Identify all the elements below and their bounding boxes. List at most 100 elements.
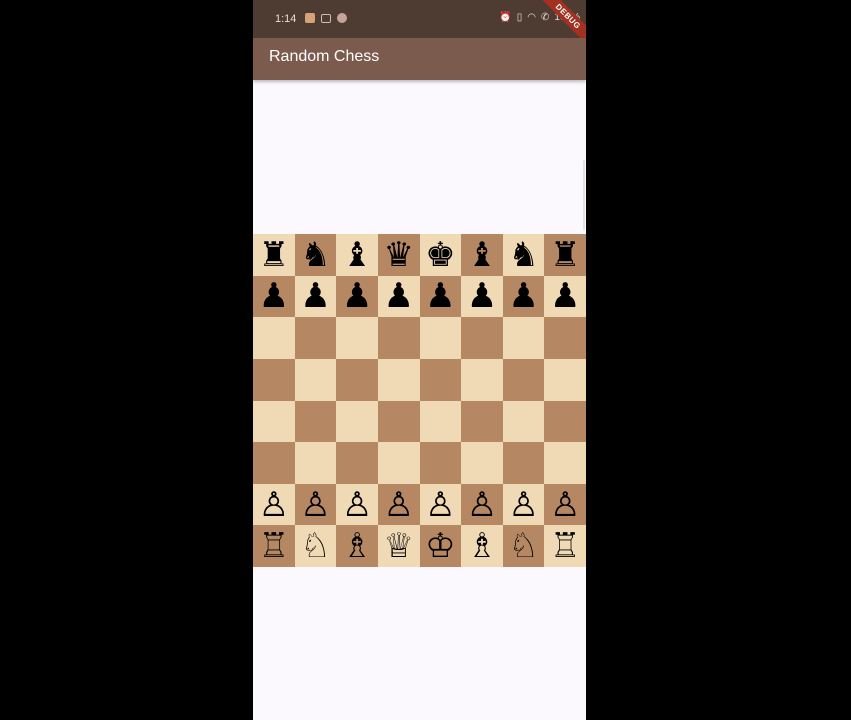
square-g4[interactable] xyxy=(502,400,545,443)
square-e8[interactable]: ♚ xyxy=(419,234,462,276)
chess-piece[interactable]: ♘ xyxy=(300,529,330,563)
square-f3[interactable] xyxy=(461,442,503,484)
chess-piece[interactable]: ♟ xyxy=(425,279,455,313)
chess-piece[interactable]: ♝ xyxy=(467,238,497,272)
square-d8[interactable]: ♛ xyxy=(377,234,420,276)
chess-piece[interactable]: ♖ xyxy=(550,529,580,563)
square-f2[interactable]: ♙ xyxy=(461,483,503,526)
chess-piece[interactable]: ♚ xyxy=(425,238,455,272)
chess-piece[interactable]: ♟ xyxy=(550,279,580,313)
square-b7[interactable]: ♟ xyxy=(294,275,337,318)
square-d3[interactable] xyxy=(377,442,420,484)
square-c1[interactable]: ♗ xyxy=(336,525,378,567)
square-g7[interactable]: ♟ xyxy=(502,275,545,318)
chess-board[interactable]: ♜ ♞ ♝ ♛ ♚ ♝ ♞ ♜ ♟ ♟ ♟ ♟ ♟ ♟ ♟ ♟ ♙ ♙ ♙ ♙ ♙ ♙ ♙ ♙ ♖ ♘ ♗ ♕ ♔ ♗ ♘ ♖ xyxy=(253,234,586,567)
square-g2[interactable]: ♙ xyxy=(502,483,545,526)
chess-piece[interactable]: ♝ xyxy=(342,238,372,272)
square-d7[interactable]: ♟ xyxy=(377,275,420,318)
square-g6[interactable] xyxy=(502,317,545,359)
chess-piece[interactable]: ♙ xyxy=(467,488,497,522)
square-e2[interactable]: ♙ xyxy=(419,483,462,526)
chess-piece[interactable]: ♔ xyxy=(425,529,455,563)
square-h1[interactable]: ♖ xyxy=(544,525,586,567)
square-g1[interactable]: ♘ xyxy=(502,525,545,567)
vibrate-icon: ▯ xyxy=(516,12,523,23)
square-e1[interactable]: ♔ xyxy=(419,525,462,567)
square-f4[interactable] xyxy=(461,400,503,443)
square-a4[interactable] xyxy=(253,400,295,443)
square-e5[interactable] xyxy=(419,358,462,401)
square-c3[interactable] xyxy=(336,442,378,484)
chess-piece[interactable]: ♜ xyxy=(259,238,289,272)
square-a2[interactable]: ♙ xyxy=(253,483,295,526)
square-b1[interactable]: ♘ xyxy=(294,525,337,567)
square-d4[interactable] xyxy=(377,400,420,443)
chess-piece[interactable]: ♟ xyxy=(300,279,330,313)
chess-piece[interactable]: ♙ xyxy=(300,488,330,522)
square-c4[interactable] xyxy=(336,400,378,443)
square-c5[interactable] xyxy=(336,358,378,401)
chess-piece[interactable]: ♟ xyxy=(342,279,372,313)
square-d2[interactable]: ♙ xyxy=(377,483,420,526)
chess-piece[interactable]: ♙ xyxy=(259,488,289,522)
chess-piece[interactable]: ♞ xyxy=(300,238,330,272)
phone-screen: 1:14 ⏰ ▯ ◠ ✆ 100% DEBUG Random Chess ♜ ♞ ♝… xyxy=(253,0,586,720)
square-f6[interactable] xyxy=(461,317,503,359)
square-h3[interactable] xyxy=(544,442,586,484)
square-c7[interactable]: ♟ xyxy=(336,275,378,318)
square-d1[interactable]: ♕ xyxy=(377,525,420,567)
chess-piece[interactable]: ♗ xyxy=(342,529,372,563)
square-c2[interactable]: ♙ xyxy=(336,483,378,526)
square-g3[interactable] xyxy=(502,442,545,484)
chess-piece[interactable]: ♙ xyxy=(508,488,538,522)
chess-piece[interactable]: ♙ xyxy=(342,488,372,522)
chess-piece[interactable]: ♟ xyxy=(259,279,289,313)
chess-piece[interactable]: ♙ xyxy=(425,488,455,522)
square-a5[interactable] xyxy=(253,358,295,401)
chess-piece[interactable]: ♙ xyxy=(383,488,413,522)
square-b5[interactable] xyxy=(294,358,337,401)
square-a8[interactable]: ♜ xyxy=(253,234,295,276)
chess-piece[interactable]: ♟ xyxy=(467,279,497,313)
square-b6[interactable] xyxy=(294,317,337,359)
chess-piece[interactable]: ♟ xyxy=(383,279,413,313)
wifi-icon: ◠ xyxy=(527,12,537,23)
chess-piece[interactable]: ♞ xyxy=(508,238,538,272)
chess-piece[interactable]: ♟ xyxy=(508,279,538,313)
square-b4[interactable] xyxy=(294,400,337,443)
chess-piece[interactable]: ♖ xyxy=(259,529,289,563)
square-h8[interactable]: ♜ xyxy=(544,234,586,276)
square-e4[interactable] xyxy=(419,400,462,443)
square-g8[interactable]: ♞ xyxy=(502,234,545,276)
square-b3[interactable] xyxy=(294,442,337,484)
square-c6[interactable] xyxy=(336,317,378,359)
square-c8[interactable]: ♝ xyxy=(336,234,378,276)
square-e7[interactable]: ♟ xyxy=(419,275,462,318)
square-f7[interactable]: ♟ xyxy=(461,275,503,318)
square-f8[interactable]: ♝ xyxy=(461,234,503,276)
square-e6[interactable] xyxy=(419,317,462,359)
square-d6[interactable] xyxy=(377,317,420,359)
square-a6[interactable] xyxy=(253,317,295,359)
square-h2[interactable]: ♙ xyxy=(544,483,586,526)
square-f1[interactable]: ♗ xyxy=(461,525,503,567)
square-b2[interactable]: ♙ xyxy=(294,483,337,526)
square-b8[interactable]: ♞ xyxy=(294,234,337,276)
square-a3[interactable] xyxy=(253,442,295,484)
square-h7[interactable]: ♟ xyxy=(544,275,586,318)
square-d5[interactable] xyxy=(377,358,420,401)
chess-piece[interactable]: ♘ xyxy=(508,529,538,563)
chess-piece[interactable]: ♜ xyxy=(550,238,580,272)
square-a1[interactable]: ♖ xyxy=(253,525,295,567)
chess-piece[interactable]: ♗ xyxy=(467,529,497,563)
square-h6[interactable] xyxy=(544,317,586,359)
square-f5[interactable] xyxy=(461,358,503,401)
square-a7[interactable]: ♟ xyxy=(253,275,295,318)
square-e3[interactable] xyxy=(419,442,462,484)
square-h4[interactable] xyxy=(544,400,586,443)
square-g5[interactable] xyxy=(502,358,545,401)
chess-piece[interactable]: ♛ xyxy=(383,238,413,272)
square-h5[interactable] xyxy=(544,358,586,401)
chess-piece[interactable]: ♕ xyxy=(383,529,413,563)
chess-piece[interactable]: ♙ xyxy=(550,488,580,522)
